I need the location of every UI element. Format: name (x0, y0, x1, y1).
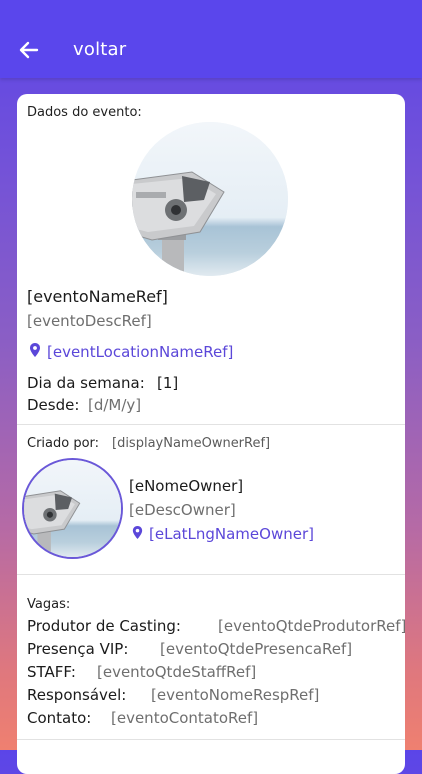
event-name: [eventoNameRef] (27, 287, 168, 306)
event-section-title: Dados do evento: (27, 105, 142, 120)
vacancy-label: Presença VIP: (27, 640, 129, 658)
owner-location[interactable]: [eLatLngNameOwner] (149, 525, 314, 543)
divider (17, 424, 405, 425)
event-image (132, 122, 288, 276)
vacancy-value: [eventoContatoRef] (111, 709, 259, 727)
divider (17, 574, 405, 575)
weekday-value: [1] (157, 374, 179, 392)
vacancy-label: Contato: (27, 709, 92, 727)
event-location[interactable]: [eventLocationNameRef] (47, 343, 233, 361)
back-label[interactable]: voltar (73, 38, 126, 62)
owner-section-label: Criado por: (27, 436, 100, 451)
map-pin-icon (132, 526, 143, 539)
vacancies-section-title: Vagas: (27, 597, 71, 612)
event-details-card: Dados do evento: [eventoNameRef] [evento… (17, 94, 405, 774)
since-value: [d/M/y] (88, 396, 142, 414)
weekday-label: Dia da semana: (27, 374, 145, 392)
owner-avatar[interactable] (22, 458, 123, 559)
vacancy-value: [eventoQtdePresencaRef] (160, 640, 353, 658)
arrow-left-icon[interactable] (17, 38, 41, 62)
divider (17, 739, 405, 740)
vacancy-label: Responsável: (27, 686, 127, 704)
binoculars-photo (132, 122, 288, 276)
vacancy-value: [eventoQtdeProdutorRef] (218, 617, 405, 635)
owner-name: [eNomeOwner] (129, 477, 244, 495)
vacancy-label: Produtor de Casting: (27, 617, 181, 635)
binoculars-photo (24, 460, 121, 557)
owner-description: [eDescOwner] (129, 501, 236, 519)
vacancy-value: [eventoQtdeStaffRef] (97, 663, 257, 681)
app-header: voltar (0, 0, 422, 78)
vacancy-label: STAFF: (27, 663, 76, 681)
vacancy-value: [eventoNomeRespRef] (151, 686, 320, 704)
map-pin-icon (30, 343, 40, 357)
since-label: Desde: (27, 396, 80, 414)
owner-display-name: [displayNameOwnerRef] (112, 436, 271, 451)
event-description: [eventoDescRef] (27, 312, 152, 330)
